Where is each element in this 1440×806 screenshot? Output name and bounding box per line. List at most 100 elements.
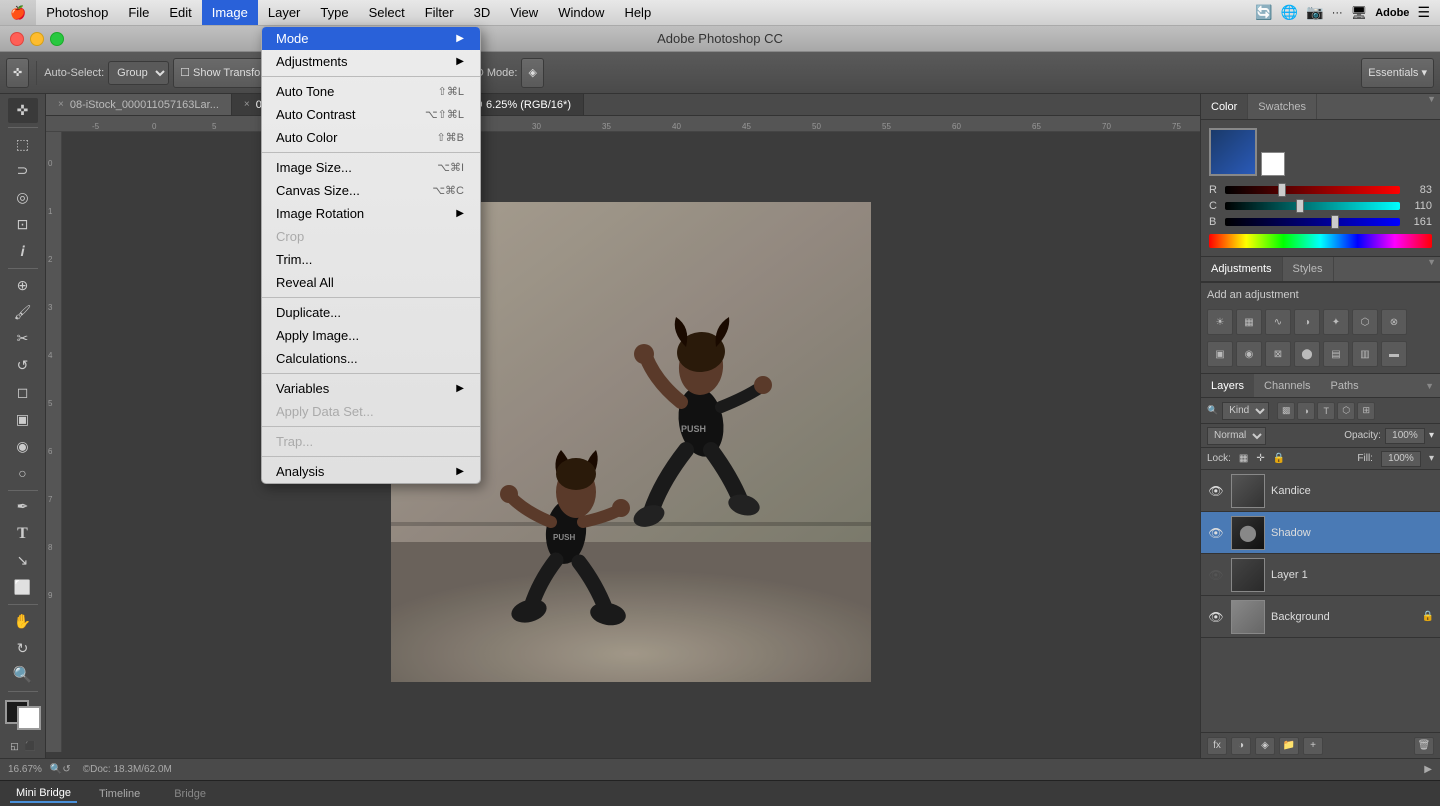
exposure-adj-icon[interactable]: ◑ [1294,309,1320,335]
eyedropper-tool[interactable]: 𝒊 [8,239,38,264]
opacity-arrow[interactable]: ▾ [1429,430,1434,441]
dodge-tool[interactable]: ○ [8,461,38,486]
close-button[interactable] [10,32,24,46]
bg-visibility-icon[interactable]: 👁 [1207,610,1225,624]
rotate-icon[interactable]: ↺ [62,764,70,775]
crop-tool[interactable]: ⊡ [8,212,38,237]
styles-tab[interactable]: Styles [1283,257,1334,281]
menu-edit[interactable]: Edit [159,0,201,25]
b-slider-thumb[interactable] [1331,215,1339,229]
menu-item-variables[interactable]: Variables ▶ [262,377,480,400]
document-tab-1[interactable]: × 08-iStock_000011057163Lar... [46,94,232,115]
menu-item-adjustments[interactable]: Adjustments ▶ [262,50,480,73]
menu-apple[interactable]: 🍎 [0,0,36,25]
curves-adj-icon[interactable]: ∿ [1265,309,1291,335]
lock-position-icon[interactable]: ✛ [1256,453,1264,464]
r-slider-thumb[interactable] [1278,183,1286,197]
menu-item-mode[interactable]: Mode ▶ [262,27,480,50]
maximize-button[interactable] [50,32,64,46]
menu-help[interactable]: Help [614,0,661,25]
layer-background[interactable]: 👁 Background 🔒 [1201,596,1440,638]
menu-filter[interactable]: Filter [415,0,464,25]
lasso-tool[interactable]: ⊃ [8,159,38,184]
rotate-view-tool[interactable]: ↻ [8,636,38,661]
menu-3d[interactable]: 3D [464,0,501,25]
menu-item-auto-tone[interactable]: Auto Tone ⇧⌘L [262,80,480,103]
posterize-adj-icon[interactable]: ▤ [1323,341,1349,367]
b-slider-track[interactable] [1225,218,1400,226]
layers-panel-arrow[interactable]: ▼ [1425,374,1440,397]
vibrance-adj-icon[interactable]: ✦ [1323,309,1349,335]
menu-item-calculations[interactable]: Calculations... [262,347,480,370]
blur-tool[interactable]: ◉ [8,434,38,459]
tab-close-1[interactable]: × [58,99,64,110]
menu-item-canvas-size[interactable]: Canvas Size... ⌥⌘C [262,179,480,202]
timeline-tab[interactable]: Timeline [93,786,146,802]
spot-healing-tool[interactable]: ⊕ [8,273,38,298]
menu-item-image-rotation[interactable]: Image Rotation ▶ [262,202,480,225]
blend-mode-select[interactable]: Normal [1207,427,1266,445]
menu-item-duplicate[interactable]: Duplicate... [262,301,480,324]
text-tool[interactable]: T [8,521,38,546]
layer-adj-btn[interactable]: ◈ [1255,737,1275,755]
quick-mask-btn[interactable]: ◱ [8,738,22,754]
layer-shadow[interactable]: 👁 ⬤ Shadow [1201,512,1440,554]
fill-arrow[interactable]: ▾ [1429,453,1434,464]
menu-file[interactable]: File [118,0,159,25]
mixer-adj-icon[interactable]: ⊠ [1265,341,1291,367]
path-tool[interactable]: ↘ [8,548,38,573]
c-slider-track[interactable] [1225,202,1400,210]
menu-photoshop[interactable]: Photoshop [36,0,118,25]
minimize-button[interactable] [30,32,44,46]
kandice-visibility-icon[interactable]: 👁 [1207,484,1225,498]
eraser-tool[interactable]: ◻ [8,380,38,405]
background-swatch[interactable] [1261,152,1285,176]
background-color[interactable] [17,706,41,730]
layers-kind-select[interactable]: Kind [1222,402,1269,420]
filter-adj-icon[interactable]: ◑ [1297,402,1315,420]
levels-adj-icon[interactable]: ▦ [1236,309,1262,335]
layer1-visibility-icon[interactable]: 👁 [1207,568,1225,582]
clone-tool[interactable]: ✂ [8,327,38,352]
menu-item-auto-contrast[interactable]: Auto Contrast ⌥⇧⌘L [262,103,480,126]
menu-item-apply-image[interactable]: Apply Image... [262,324,480,347]
menu-select[interactable]: Select [359,0,415,25]
gradient-map-adj-icon[interactable]: ▬ [1381,341,1407,367]
foreground-swatch[interactable] [1209,128,1257,176]
auto-select-dropdown[interactable]: Group Layer [108,61,169,85]
mini-bridge-tab[interactable]: Mini Bridge [10,785,77,803]
adjustments-tab[interactable]: Adjustments [1201,257,1283,281]
r-slider-track[interactable] [1225,186,1400,194]
tab-close-2[interactable]: × [244,99,250,110]
brush-tool[interactable]: 🖌 [8,300,38,325]
move-tool[interactable]: ✜ [8,98,38,123]
color-spectrum[interactable] [1209,234,1432,248]
channels-tab[interactable]: Channels [1254,374,1320,397]
menu-item-reveal-all[interactable]: Reveal All [262,271,480,294]
menu-view[interactable]: View [500,0,548,25]
zoom-in-icon[interactable]: 🔍 [50,764,62,775]
pen-tool[interactable]: ✒ [8,495,38,520]
hsl-adj-icon[interactable]: ⬡ [1352,309,1378,335]
3d-mode-btn[interactable]: ◈ [521,58,543,88]
menu-type[interactable]: Type [310,0,358,25]
layer-delete-btn[interactable]: 🗑 [1414,737,1434,755]
layer-1[interactable]: 👁 Layer 1 [1201,554,1440,596]
paths-tab[interactable]: Paths [1321,374,1369,397]
layer-fx-btn[interactable]: fx [1207,737,1227,755]
photo-filter-adj-icon[interactable]: ◉ [1236,341,1262,367]
menu-layer[interactable]: Layer [258,0,311,25]
color-swatches[interactable] [5,700,41,730]
hand-tool[interactable]: ✋ [8,609,38,634]
menu-item-auto-color[interactable]: Auto Color ⇧⌘B [262,126,480,149]
brightness-adj-icon[interactable]: ☀ [1207,309,1233,335]
opacity-value[interactable]: 100% [1385,428,1425,444]
quick-select-tool[interactable]: ◎ [8,185,38,210]
menu-item-analysis[interactable]: Analysis ▶ [262,460,480,483]
filter-pixel-icon[interactable]: ▩ [1277,402,1295,420]
adj-panel-arrow[interactable]: ▼ [1427,257,1440,281]
marquee-tool[interactable]: ⬚ [8,132,38,157]
c-slider-thumb[interactable] [1296,199,1304,213]
layer-group-btn[interactable]: 📁 [1279,737,1299,755]
layers-tab[interactable]: Layers [1201,374,1254,397]
